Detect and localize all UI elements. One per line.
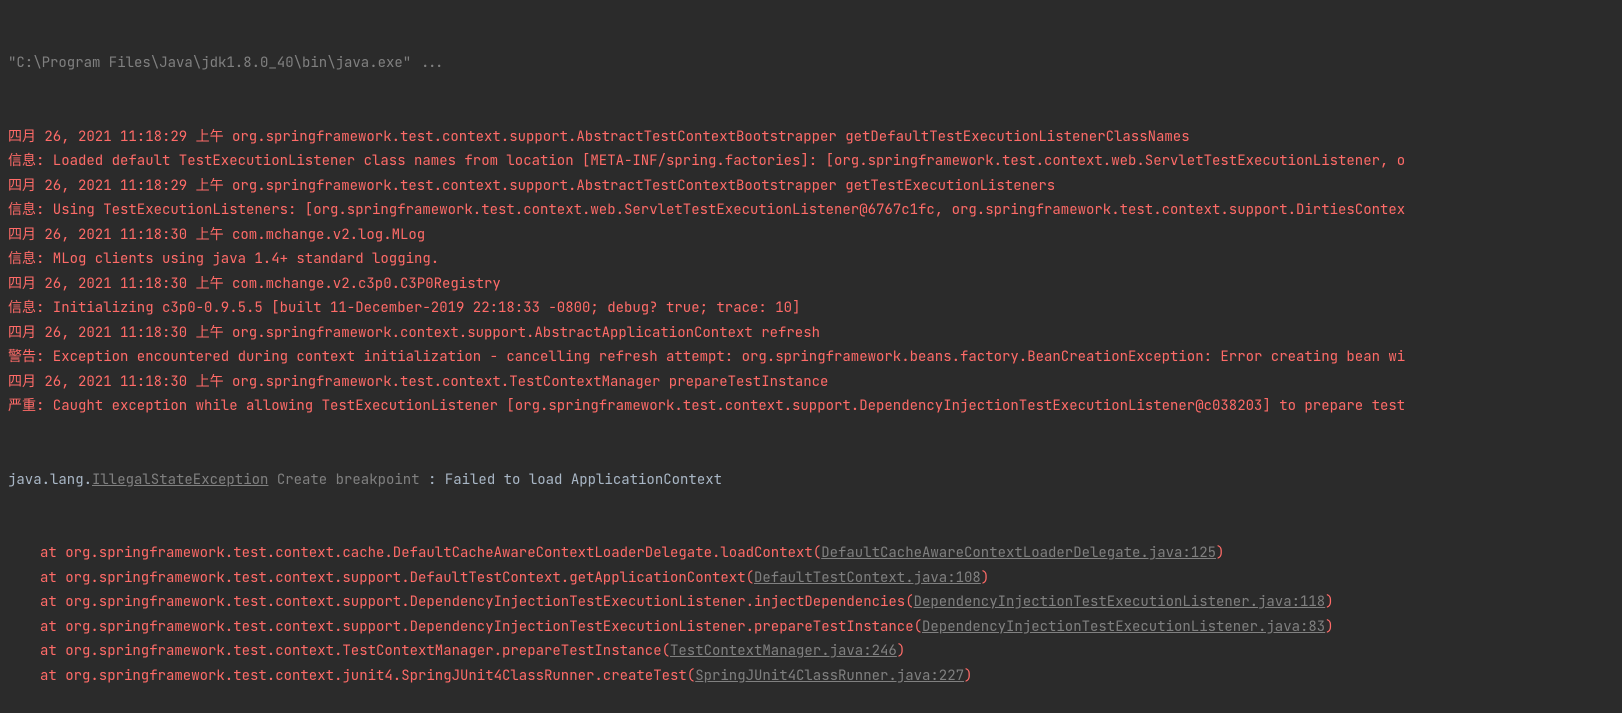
stack-frame-suffix: ) — [964, 667, 972, 685]
log-line: 四月 26, 2021 11:18:30 上午 org.springframew… — [8, 370, 1622, 395]
stack-frame: at org.springframework.test.context.Test… — [8, 639, 1622, 664]
stack-frame-text: at org.springframework.test.context.supp… — [40, 593, 914, 611]
stack-frame-text: at org.springframework.test.context.supp… — [40, 569, 754, 587]
console-output[interactable]: "C:\Program Files\Java\jdk1.8.0_40\bin\j… — [0, 0, 1622, 713]
stack-frame-suffix: ) — [1216, 544, 1224, 562]
source-file-link[interactable]: DependencyInjectionTestExecutionListener… — [922, 618, 1325, 636]
stack-frame-text: at org.springframework.test.context.Test… — [40, 642, 670, 660]
source-file-link[interactable]: DefaultCacheAwareContextLoaderDelegate.j… — [821, 544, 1216, 562]
exception-prefix: java.lang. — [8, 471, 92, 489]
log-line: 信息: MLog clients using java 1.4+ standar… — [8, 247, 1622, 272]
stack-frame-text: at org.springframework.test.context.juni… — [40, 667, 695, 685]
stack-frame-suffix: ) — [897, 642, 905, 660]
log-line: 四月 26, 2021 11:18:29 上午 org.springframew… — [8, 174, 1622, 199]
stack-frame: at org.springframework.test.context.supp… — [8, 566, 1622, 591]
create-breakpoint-link[interactable]: Create breakpoint — [277, 471, 420, 489]
stack-frame-text: at org.springframework.test.context.cach… — [40, 544, 821, 562]
stack-frame-suffix: ) — [1325, 618, 1333, 636]
stack-frame: at org.springframework.test.context.supp… — [8, 590, 1622, 615]
log-line: 信息: Initializing c3p0-0.9.5.5 [built 11-… — [8, 296, 1622, 321]
log-line: 四月 26, 2021 11:18:30 上午 org.springframew… — [8, 321, 1622, 346]
source-file-link[interactable]: SpringJUnit4ClassRunner.java:227 — [695, 667, 964, 685]
source-file-link[interactable]: DependencyInjectionTestExecutionListener… — [914, 593, 1326, 611]
exception-line: java.lang.IllegalStateException Create b… — [8, 468, 1622, 493]
source-file-link[interactable]: TestContextManager.java:246 — [670, 642, 897, 660]
source-file-link[interactable]: DefaultTestContext.java:108 — [754, 569, 981, 587]
exception-message: : Failed to load ApplicationContext — [420, 471, 722, 489]
log-line: 警告: Exception encountered during context… — [8, 345, 1622, 370]
stack-frame-suffix: ) — [981, 569, 989, 587]
stack-frame: at org.springframework.test.context.supp… — [8, 615, 1622, 640]
stack-frame: at org.springframework.test.context.cach… — [8, 541, 1622, 566]
exception-class-link[interactable]: IllegalStateException — [92, 471, 268, 489]
log-line: 四月 26, 2021 11:18:30 上午 com.mchange.v2.c… — [8, 272, 1622, 297]
log-line: 严重: Caught exception while allowing Test… — [8, 394, 1622, 419]
stack-frame: at org.springframework.test.context.juni… — [8, 664, 1622, 689]
stack-frame-text: at org.springframework.test.context.supp… — [40, 618, 922, 636]
log-line: 四月 26, 2021 11:18:29 上午 org.springframew… — [8, 125, 1622, 150]
log-line: 信息: Using TestExecutionListeners: [org.s… — [8, 198, 1622, 223]
log-line: 四月 26, 2021 11:18:30 上午 com.mchange.v2.l… — [8, 223, 1622, 248]
stack-frame-suffix: ) — [1325, 593, 1333, 611]
command-header: "C:\Program Files\Java\jdk1.8.0_40\bin\j… — [8, 51, 1622, 76]
log-line: 信息: Loaded default TestExecutionListener… — [8, 149, 1622, 174]
